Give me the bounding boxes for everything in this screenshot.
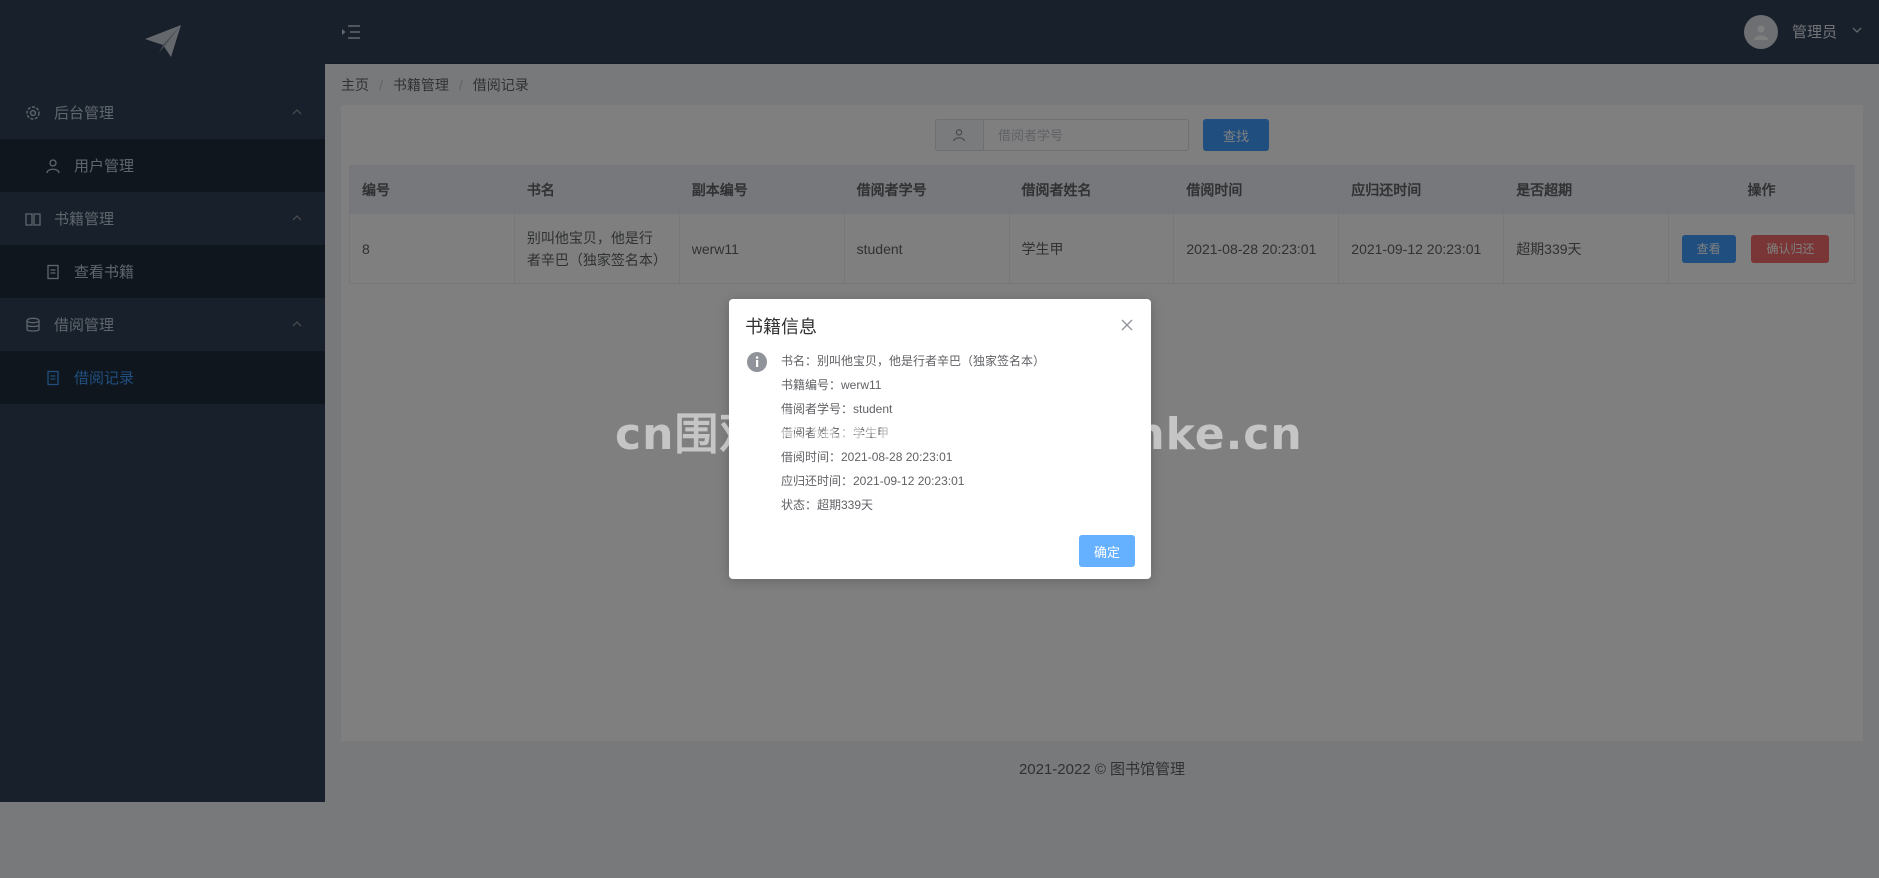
close-icon[interactable]: [1119, 317, 1135, 333]
info-icon: [747, 352, 767, 372]
dialog-line-book-id: 书籍编号：werw11: [781, 378, 882, 392]
dialog-line-status: 状态：超期339天: [781, 498, 874, 512]
dialog-line-title: 书名：别叫他宝贝，他是行者辛巴（独家签名本）: [781, 354, 1046, 368]
dialog-line-due-time: 应归还时间：2021-09-12 20:23:01: [781, 474, 965, 488]
watermark: cn围观客www.weiguanke.cn: [615, 409, 1303, 460]
dialog-ok-button[interactable]: 确定: [1079, 535, 1135, 567]
dialog-title: 书籍信息: [745, 317, 817, 337]
